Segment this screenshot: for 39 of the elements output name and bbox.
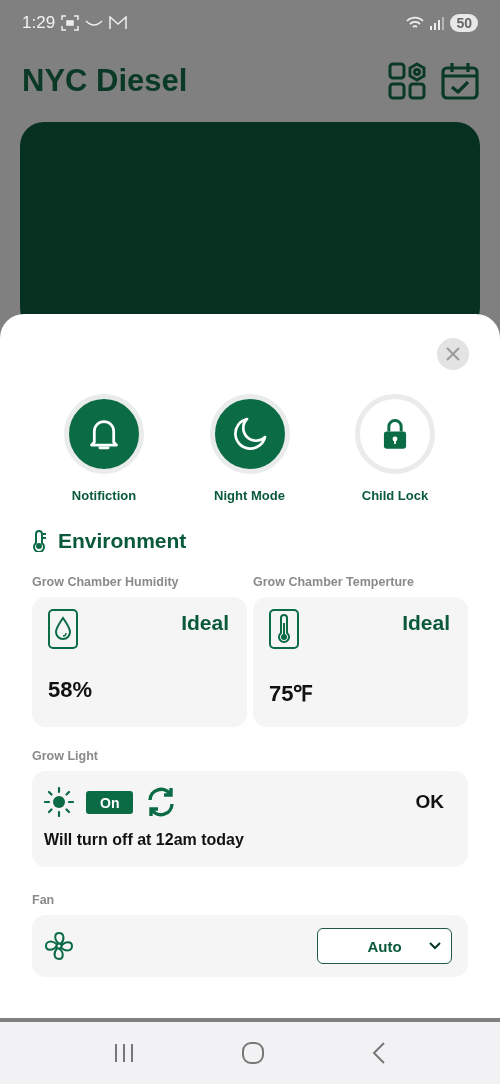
sensor-label: Grow Chamber Temperture: [253, 575, 415, 589]
fan-icon: [44, 931, 74, 961]
screenshot-icon: [61, 15, 80, 31]
mail-icon: [109, 16, 128, 30]
signal-icon: [430, 16, 445, 30]
thermometer-icon: [269, 609, 299, 649]
lock-icon: [382, 418, 408, 450]
curve-icon: [85, 19, 104, 27]
widgets-icon[interactable]: [388, 62, 426, 100]
water-drop-icon: [48, 609, 78, 649]
toggle-label: Notifiction: [71, 488, 137, 503]
status-text: Ideal: [402, 611, 450, 635]
status-text: Ideal: [181, 611, 229, 635]
moon-icon: [231, 416, 268, 452]
calendar-check-icon[interactable]: [440, 61, 480, 101]
app-title: NYC Diesel: [22, 63, 188, 99]
section-title: Environment: [58, 529, 187, 553]
section-label: Fan: [32, 893, 56, 907]
toggle-label: Child Lock: [361, 488, 429, 503]
light-switch[interactable]: On: [86, 790, 134, 814]
sensor-label: Grow Chamber Humidity: [32, 575, 180, 589]
thermometer-icon: [32, 530, 46, 552]
home-icon[interactable]: [242, 1042, 264, 1064]
close-button[interactable]: [437, 338, 469, 370]
recent-apps-icon[interactable]: [114, 1043, 134, 1063]
sun-icon: [44, 787, 74, 817]
chevron-down-icon: [429, 942, 441, 950]
toggle-label: Night Mode: [214, 488, 285, 503]
close-icon: [446, 347, 460, 361]
wifi-icon: [406, 16, 425, 30]
sensor-value: 75℉: [269, 680, 314, 707]
back-icon[interactable]: [372, 1042, 386, 1064]
clock-time: 1:29: [22, 13, 56, 33]
fan-mode-dropdown[interactable]: Auto: [317, 928, 452, 964]
section-label: Grow Light: [32, 749, 99, 763]
sensor-value: 58%: [48, 677, 94, 703]
battery-level: 50: [450, 14, 478, 32]
schedule-text: Will turn off at 12am today: [44, 831, 245, 849]
status-text: OK: [415, 791, 444, 813]
